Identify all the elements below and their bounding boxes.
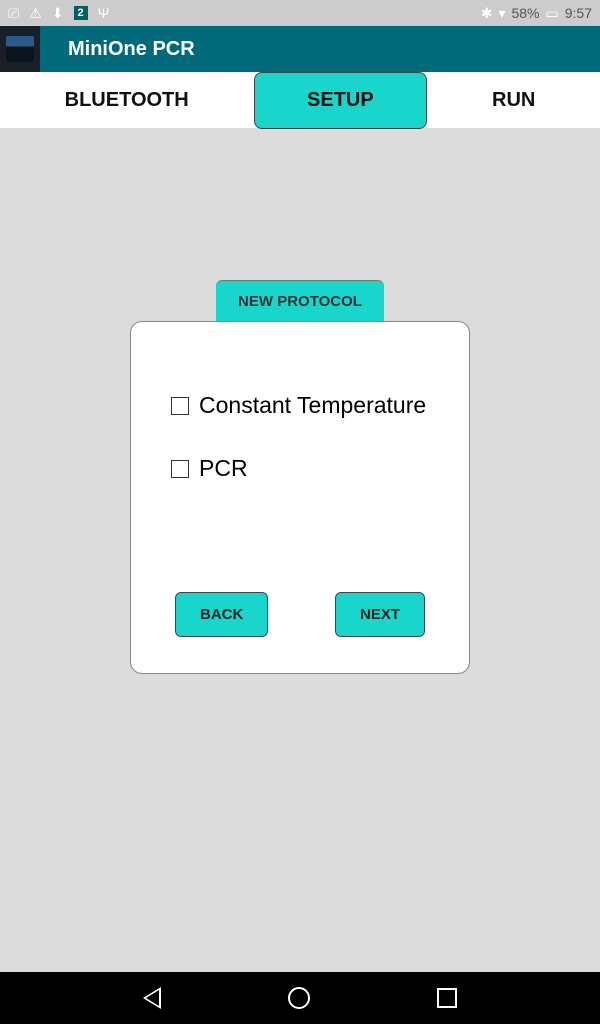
battery-text: 58% <box>511 5 539 21</box>
download-icon: ⬇ <box>52 5 64 22</box>
protocol-card: Constant Temperature PCR BACK NEXT <box>130 321 470 674</box>
title-bar: MiniOne PCR <box>0 26 600 72</box>
nav-recent-icon[interactable] <box>437 988 457 1008</box>
main-content: NEW PROTOCOL Constant Temperature PCR BA… <box>0 128 600 674</box>
option-constant-temperature[interactable]: Constant Temperature <box>171 392 429 419</box>
nav-bar <box>0 972 600 1024</box>
label-constant-temperature: Constant Temperature <box>199 392 426 419</box>
option-pcr[interactable]: PCR <box>171 455 429 482</box>
battery-icon: ▭ <box>546 5 559 22</box>
button-row: BACK NEXT <box>171 592 429 653</box>
tab-run[interactable]: RUN <box>468 73 559 128</box>
bluetooth-icon: ✱ <box>481 5 493 22</box>
label-pcr: PCR <box>199 455 248 482</box>
checkbox-constant-temperature[interactable] <box>171 397 189 415</box>
nav-back-icon[interactable] <box>143 987 161 1009</box>
next-button[interactable]: NEXT <box>335 592 425 637</box>
app-title: MiniOne PCR <box>68 38 195 61</box>
tab-bar: BLUETOOTH SETUP RUN <box>0 72 600 128</box>
status-left: ⎚ ⚠ ⬇ 2 Ψ <box>8 5 109 22</box>
checkbox-pcr[interactable] <box>171 460 189 478</box>
status-right: ✱ ▾ 58% ▭ 9:57 <box>481 5 592 22</box>
warning-icon: ⚠ <box>29 5 42 22</box>
cast-icon: ⎚ <box>8 5 19 22</box>
clock-text: 9:57 <box>565 5 592 21</box>
status-bar: ⎚ ⚠ ⬇ 2 Ψ ✱ ▾ 58% ▭ 9:57 <box>0 0 600 26</box>
app-icon <box>0 26 40 72</box>
new-protocol-button[interactable]: NEW PROTOCOL <box>216 280 384 322</box>
tab-setup[interactable]: SETUP <box>254 72 427 129</box>
nav-home-icon[interactable] <box>288 987 310 1009</box>
notification-badge-icon: 2 <box>74 6 88 20</box>
back-button[interactable]: BACK <box>175 592 268 637</box>
tab-bluetooth[interactable]: BLUETOOTH <box>41 73 213 128</box>
usb-icon: Ψ <box>98 5 110 21</box>
wifi-icon: ▾ <box>498 5 505 22</box>
device-icon <box>6 36 34 62</box>
